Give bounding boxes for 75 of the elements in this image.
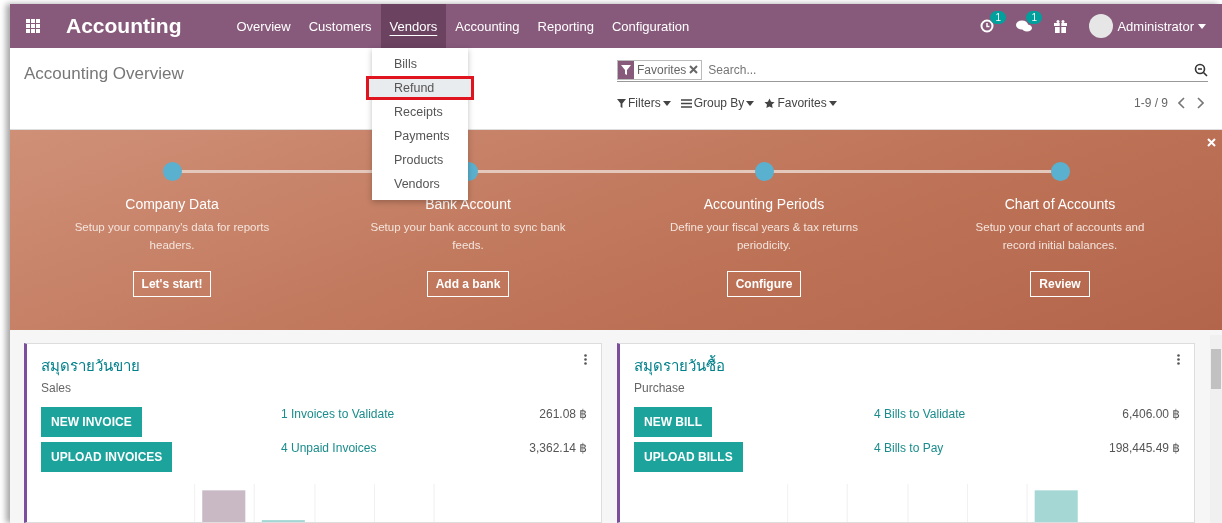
dropdown-menu-item[interactable]: Refund [366, 76, 474, 100]
stat-link[interactable]: 4 Bills to Pay [874, 440, 1109, 472]
nav-menu-item[interactable]: Reporting [528, 4, 603, 48]
step-button[interactable]: Review [1030, 271, 1090, 297]
dropdown-menu-item[interactable]: Receipts [372, 100, 468, 124]
filter-icon [621, 64, 631, 75]
chat-icon[interactable] [1016, 19, 1033, 33]
caret-icon [828, 100, 837, 106]
caret-icon [662, 100, 671, 106]
stat-link[interactable]: 4 Bills to Validate [874, 407, 1109, 439]
nav-menu-item[interactable]: Configuration [602, 4, 699, 48]
journal-type: Sales [41, 381, 73, 395]
clock-icon[interactable] [980, 19, 995, 33]
journal-action-button[interactable]: NEW INVOICE [41, 407, 142, 437]
stat-amount: 6,406.00 ฿ [1121, 407, 1180, 423]
app-name: Accounting [66, 14, 182, 38]
pager-value: 1-9 / 9 [1133, 96, 1168, 110]
close-icon[interactable] [689, 65, 699, 74]
nav-menu-item[interactable]: Vendors [380, 4, 447, 48]
scrollbar[interactable] [1210, 335, 1222, 523]
step-title: Accounting Periods [703, 196, 825, 212]
journal-action-button[interactable]: UPLOAD INVOICES [41, 442, 173, 472]
avatar-circle [1089, 14, 1114, 38]
step-title: Chart of Accounts [1004, 196, 1116, 212]
journal-action-button[interactable]: UPLOAD BILLS [634, 442, 743, 472]
step-dot [162, 162, 182, 181]
filter-icon [617, 98, 626, 108]
search-icon[interactable] [1194, 62, 1208, 77]
step-description: Setup your company's data for reports headers. [73, 220, 271, 253]
nav-menu-item[interactable]: Accounting [446, 4, 529, 48]
stat-link[interactable]: 4 Unpaid Invoices [281, 440, 530, 472]
message-count-badge: 1 [1026, 11, 1042, 24]
journal-name[interactable]: สมุดรายวันขาย [41, 354, 140, 378]
facet-label: Favorites [636, 62, 688, 77]
stat-amount: 198,445.49 ฿ [1108, 440, 1180, 457]
kebab-menu-icon[interactable] [1177, 354, 1180, 365]
step-dot [754, 162, 774, 181]
chevron-left-icon [1178, 97, 1186, 109]
caret-icon [1198, 23, 1206, 29]
step-description: Define your fiscal years & tax returns periodicity. [669, 220, 859, 253]
page-title: Accounting Overview [24, 63, 185, 84]
step-button[interactable]: Let's start! [132, 271, 212, 297]
list-icon [680, 98, 692, 108]
dropdown-menu-item[interactable]: Payments [372, 124, 468, 148]
filters-dropdown[interactable]: Filters [617, 96, 671, 110]
chevron-right-icon [1196, 97, 1204, 109]
favorites-facet[interactable]: Favorites [617, 59, 703, 80]
dropdown-menu-item[interactable]: Vendors [372, 172, 468, 196]
stat-amount: 261.08 ฿ [538, 407, 587, 423]
apps-grid-icon[interactable] [26, 19, 40, 33]
step-description: Setup your chart of accounts and record initial balances. [974, 220, 1146, 253]
dropdown-menu-item[interactable]: Products [372, 148, 468, 172]
step-button[interactable]: Configure [726, 271, 802, 297]
previous-button[interactable] [1178, 97, 1186, 109]
step-title: Company Data [125, 196, 219, 212]
step-dot [1050, 162, 1070, 181]
stat-amount: 3,362.14 ฿ [529, 440, 587, 457]
activity-count-badge: 1 [990, 11, 1006, 24]
journal-action-button[interactable]: NEW BILL [634, 407, 712, 437]
caret-icon [746, 100, 755, 106]
nav-menu-item[interactable]: Customers [299, 4, 381, 48]
star-icon [764, 97, 776, 109]
kebab-menu-icon[interactable] [584, 354, 587, 365]
gift-icon[interactable] [1054, 19, 1068, 33]
step-button[interactable]: Add a bank [426, 271, 510, 297]
journal-name[interactable]: สมุดรายวันซื้อ [634, 354, 725, 378]
dropdown-menu-item[interactable]: Bills [372, 52, 468, 76]
step-description: Setup your bank account to sync bank feeds. [369, 220, 567, 253]
journal-type: Purchase [634, 381, 686, 395]
user-menu[interactable]: Administrator [1089, 14, 1206, 38]
favorites-dropdown[interactable]: Favorites [764, 96, 837, 110]
group-by-dropdown[interactable]: Group By [680, 96, 755, 110]
next-button[interactable] [1196, 97, 1204, 109]
stat-link[interactable]: 1 Invoices to Validate [281, 407, 530, 439]
nav-menu-item[interactable]: Overview [227, 4, 300, 48]
